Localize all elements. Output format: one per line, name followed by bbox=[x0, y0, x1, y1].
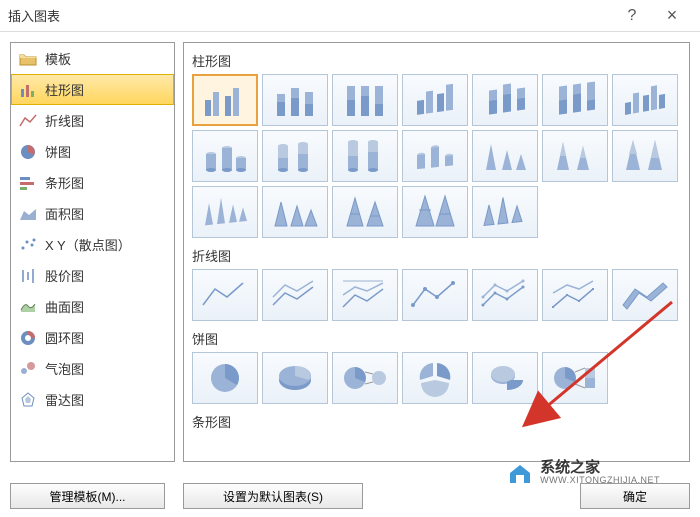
title-bar: 插入图表 ? × bbox=[0, 0, 700, 32]
chart-thumb-100stacked-cylinder[interactable] bbox=[332, 130, 398, 182]
sidebar-item-label: 面积图 bbox=[45, 204, 84, 223]
sidebar-item-area[interactable]: 面积图 bbox=[11, 198, 174, 229]
sidebar-item-donut[interactable]: 圆环图 bbox=[11, 322, 174, 353]
section-title-bar: 条形图 bbox=[192, 408, 681, 435]
stock-icon bbox=[19, 267, 37, 285]
chart-thumb-line-markers[interactable] bbox=[402, 269, 468, 321]
chart-thumb-clustered-pyramid[interactable] bbox=[262, 186, 328, 238]
chart-thumb-3d-pyramid[interactable] bbox=[472, 186, 538, 238]
chart-thumb-3d-line[interactable] bbox=[612, 269, 678, 321]
chart-thumb-stacked-pyramid[interactable] bbox=[332, 186, 398, 238]
chart-thumb-100stacked-line[interactable] bbox=[332, 269, 398, 321]
manage-templates-button[interactable]: 管理模板(M)... bbox=[10, 483, 165, 509]
sidebar-item-templates[interactable]: 模板 bbox=[11, 43, 174, 74]
chart-thumb-3d-stacked-column[interactable] bbox=[472, 74, 538, 126]
hbar-icon bbox=[19, 174, 37, 192]
section-title-line: 折线图 bbox=[192, 242, 681, 269]
sidebar-item-label: 股价图 bbox=[45, 266, 84, 285]
chart-thumb-3d-cylinder[interactable] bbox=[402, 130, 468, 182]
set-default-chart-button[interactable]: 设置为默认图表(S) bbox=[183, 483, 363, 509]
chart-thumb-exploded-pie[interactable] bbox=[402, 352, 468, 404]
sidebar-item-label: 圆环图 bbox=[45, 328, 84, 347]
chart-thumb-3d-column[interactable] bbox=[612, 74, 678, 126]
chart-thumb-100stacked-column[interactable] bbox=[332, 74, 398, 126]
sidebar-item-line[interactable]: 折线图 bbox=[11, 105, 174, 136]
chart-thumb-stacked-cylinder[interactable] bbox=[262, 130, 328, 182]
chart-thumb-3d-100stacked-column[interactable] bbox=[542, 74, 608, 126]
sidebar-item-radar[interactable]: 雷达图 bbox=[11, 384, 174, 415]
chart-thumb-stacked-line[interactable] bbox=[262, 269, 328, 321]
chart-thumb-100stacked-line-markers[interactable] bbox=[542, 269, 608, 321]
sidebar-item-label: 条形图 bbox=[45, 173, 84, 192]
chart-thumb-100stacked-cone[interactable] bbox=[612, 130, 678, 182]
section-title-pie: 饼图 bbox=[192, 325, 681, 352]
bubble-icon bbox=[19, 360, 37, 378]
radar-icon bbox=[19, 391, 37, 409]
donut-icon bbox=[19, 329, 37, 347]
chart-thumb-clustered-column[interactable] bbox=[192, 74, 258, 126]
dialog-footer: 管理模板(M)... 设置为默认图表(S) 确定 bbox=[10, 483, 690, 509]
folder-icon bbox=[19, 50, 37, 68]
sidebar-item-label: 气泡图 bbox=[45, 359, 84, 378]
chart-thumb-stacked-cone[interactable] bbox=[542, 130, 608, 182]
line-icon bbox=[19, 112, 37, 130]
chart-type-sidebar: 模板 柱形图 折线图 饼图 条形图 面积图 X Y（散点图） 股价图 bbox=[10, 42, 175, 462]
sidebar-item-label: X Y（散点图） bbox=[45, 235, 131, 254]
chart-thumb-100stacked-pyramid[interactable] bbox=[402, 186, 468, 238]
surface-icon bbox=[19, 298, 37, 316]
sidebar-item-label: 模板 bbox=[45, 49, 71, 68]
chart-thumb-line[interactable] bbox=[192, 269, 258, 321]
chart-thumb-stacked-column[interactable] bbox=[262, 74, 328, 126]
chart-thumb-3d-cone[interactable] bbox=[192, 186, 258, 238]
close-button[interactable]: × bbox=[652, 5, 692, 26]
sidebar-item-label: 饼图 bbox=[45, 142, 71, 161]
section-title-column: 柱形图 bbox=[192, 47, 681, 74]
sidebar-item-label: 雷达图 bbox=[45, 390, 84, 409]
chart-thumb-3d-clustered-column[interactable] bbox=[402, 74, 468, 126]
scatter-icon bbox=[19, 236, 37, 254]
chart-thumb-3d-pie[interactable] bbox=[262, 352, 328, 404]
sidebar-item-surface[interactable]: 曲面图 bbox=[11, 291, 174, 322]
dialog-title: 插入图表 bbox=[8, 6, 612, 25]
chart-thumb-stacked-line-markers[interactable] bbox=[472, 269, 538, 321]
chart-thumb-exploded-3d-pie[interactable] bbox=[472, 352, 538, 404]
sidebar-item-column[interactable]: 柱形图 bbox=[11, 74, 174, 105]
ok-button[interactable]: 确定 bbox=[580, 483, 690, 509]
chart-thumb-clustered-cylinder[interactable] bbox=[192, 130, 258, 182]
sidebar-item-label: 曲面图 bbox=[45, 297, 84, 316]
area-icon bbox=[19, 205, 37, 223]
help-button[interactable]: ? bbox=[612, 7, 652, 25]
sidebar-item-bubble[interactable]: 气泡图 bbox=[11, 353, 174, 384]
sidebar-item-label: 折线图 bbox=[45, 111, 84, 130]
chart-thumb-pie[interactable] bbox=[192, 352, 258, 404]
sidebar-item-stock[interactable]: 股价图 bbox=[11, 260, 174, 291]
chart-gallery: 柱形图 折线图 bbox=[183, 42, 690, 462]
sidebar-item-bar[interactable]: 条形图 bbox=[11, 167, 174, 198]
pie-icon bbox=[19, 143, 37, 161]
bar-icon bbox=[19, 81, 37, 99]
chart-thumb-clustered-cone[interactable] bbox=[472, 130, 538, 182]
chart-thumb-bar-of-pie[interactable] bbox=[542, 352, 608, 404]
chart-thumb-pie-of-pie[interactable] bbox=[332, 352, 398, 404]
sidebar-item-pie[interactable]: 饼图 bbox=[11, 136, 174, 167]
sidebar-item-label: 柱形图 bbox=[45, 80, 84, 99]
sidebar-item-scatter[interactable]: X Y（散点图） bbox=[11, 229, 174, 260]
